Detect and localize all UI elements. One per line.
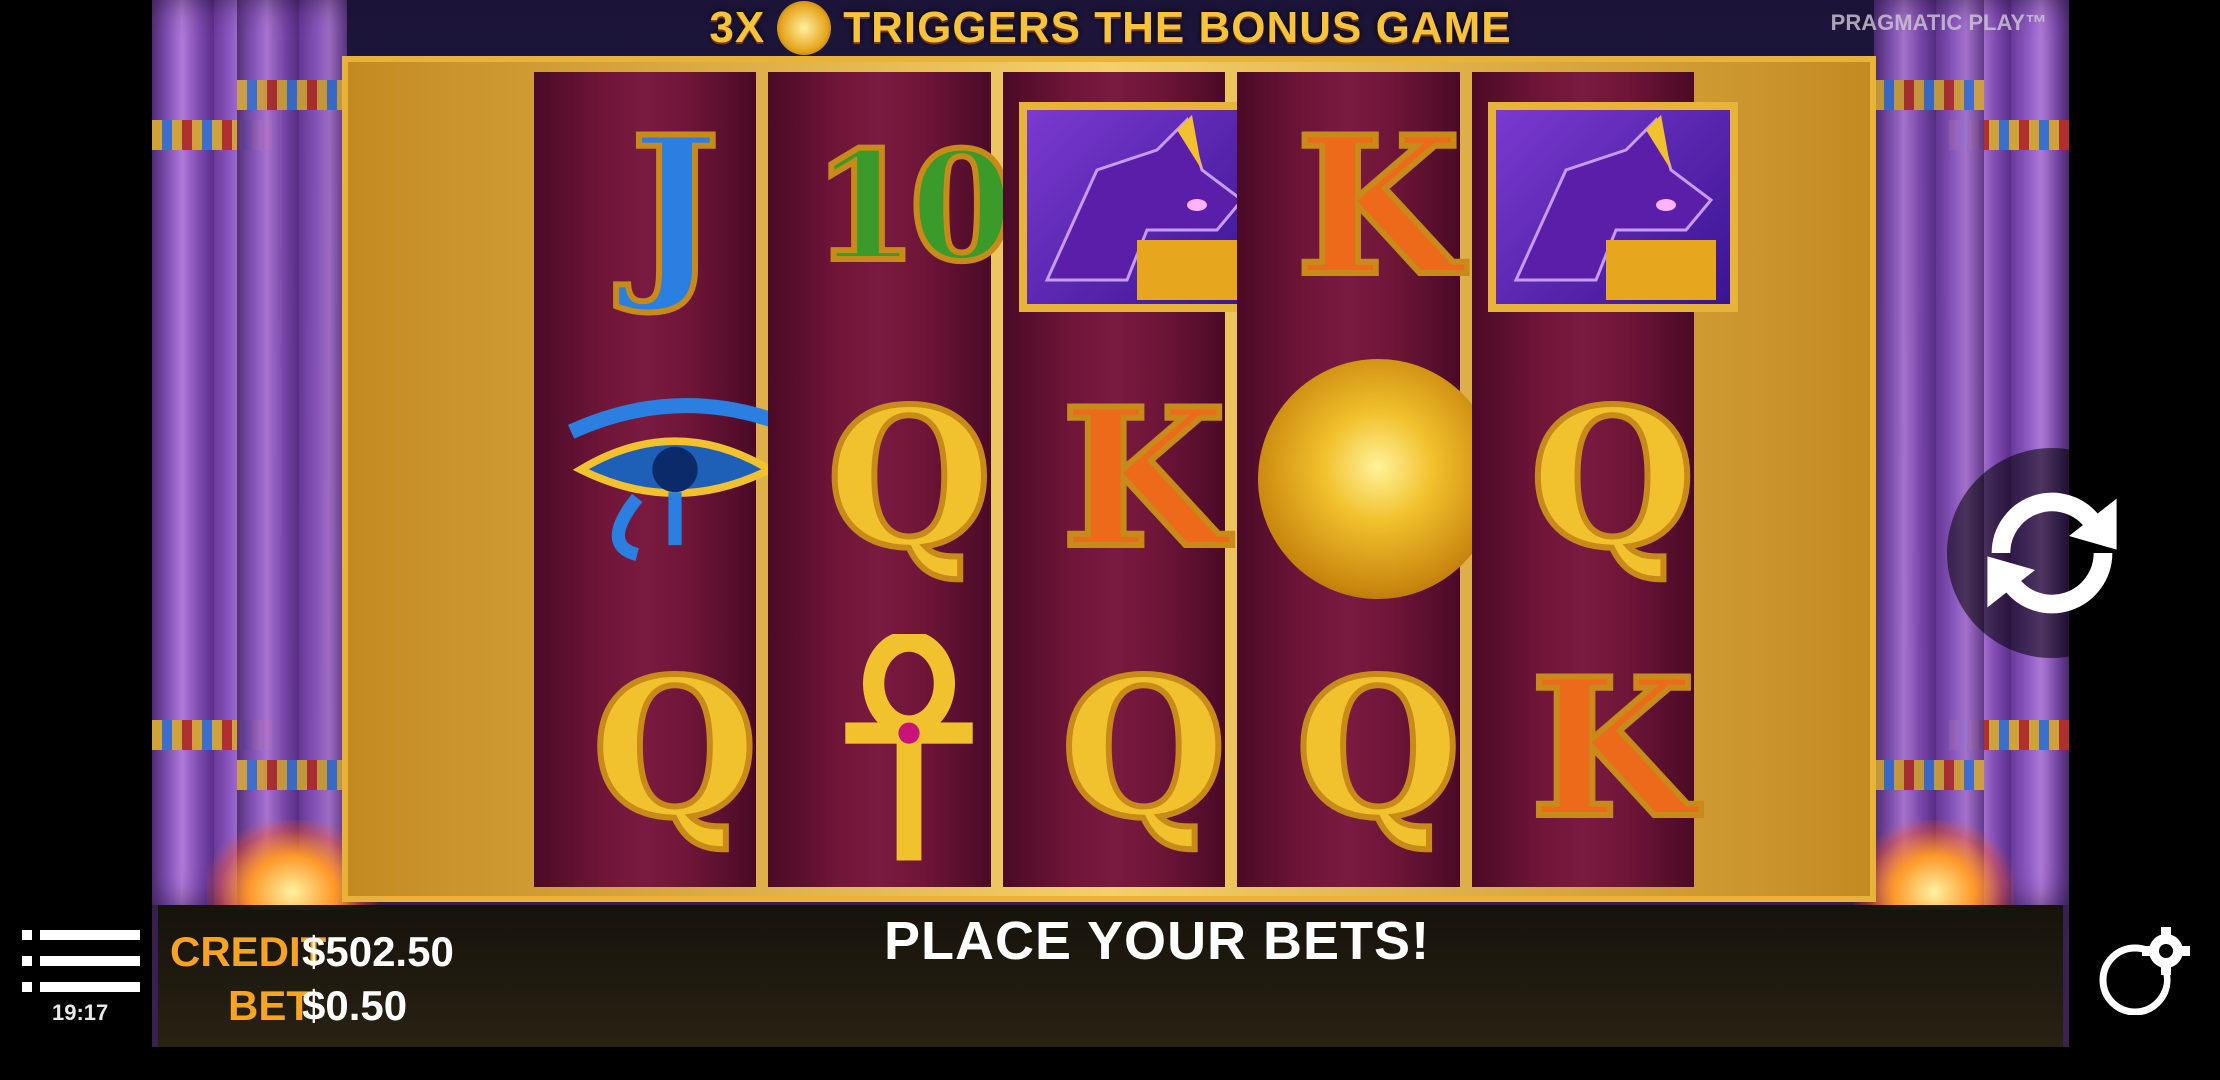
menu-button[interactable] <box>22 930 140 992</box>
reel-4-row-1-symbol: K <box>1253 82 1503 332</box>
reel-5-row-1-symbol <box>1487 82 1738 332</box>
ankh-icon <box>845 634 974 861</box>
right-torch-fire <box>1854 820 2014 910</box>
brand-logo: PRAGMATIC PLAY™ <box>1830 10 2047 35</box>
eye-of-horus-icon <box>567 398 782 561</box>
reel-grid: J Q 10 Q K Q K Q Q K <box>534 72 1738 887</box>
reel-3: KQ <box>1002 72 1269 887</box>
reel-frame: J Q 10 Q K Q K Q Q K <box>342 56 1876 902</box>
menu-icon <box>22 930 140 992</box>
reel-2-row-3-symbol <box>784 624 1034 874</box>
bet-value: $0.50 <box>302 982 408 1029</box>
reel-2: 10 Q <box>768 72 1017 887</box>
symbol-q-text: Q <box>824 367 995 590</box>
symbol-q-text: Q <box>1527 367 1698 590</box>
reel-3-row-1-symbol <box>1018 82 1269 332</box>
banner-multiplier: 3X <box>709 3 766 52</box>
status-message: PLACE YOUR BETS! <box>884 911 1431 971</box>
symbol-ten-text: 10 <box>810 119 1017 295</box>
reel-1-row-3-symbol: Q <box>550 624 800 874</box>
symbol-q-text: Q <box>1058 637 1229 860</box>
anubis-icon <box>1487 102 1738 312</box>
symbol-k-text: K <box>1058 367 1229 590</box>
reel-1-row-1-symbol: J <box>550 82 800 332</box>
clock: 19:17 <box>52 1000 109 1025</box>
reel-3-row-2-symbol: K <box>1019 354 1269 604</box>
symbol-j-text: J <box>627 95 723 318</box>
bet-label: BET <box>228 982 312 1029</box>
reel-4-row-3-symbol: Q <box>1253 624 1503 874</box>
scarab-coin-icon <box>777 1 832 55</box>
reel-1-row-2-symbol <box>550 354 800 604</box>
settings-icon <box>2099 927 2190 1016</box>
symbol-q-text: Q <box>589 637 760 860</box>
reel-5-row-3-symbol: K <box>1488 624 1738 874</box>
symbol-k-text: K <box>1527 637 1698 860</box>
credit-value: $502.50 <box>302 928 454 975</box>
left-pillar-inner <box>237 0 347 905</box>
reel-4-row-2-symbol <box>1253 354 1503 604</box>
anubis-icon <box>1018 102 1269 312</box>
right-pillar-inner <box>1874 0 1984 905</box>
symbol-k-text: K <box>1293 95 1464 318</box>
game-stage: 3X TRIGGERS THE BONUS GAME PRAGMATIC PLA… <box>152 0 2069 1047</box>
reel-2-row-1-symbol: 10 <box>784 82 1034 332</box>
reel-2-row-2-symbol: Q <box>784 354 1034 604</box>
golden-scarab-icon <box>1258 359 1499 599</box>
settings-button[interactable] <box>2090 925 2196 1016</box>
reel-1: JQ <box>534 72 782 887</box>
bonus-banner: 3X TRIGGERS THE BONUS GAME <box>152 0 2069 56</box>
reel-5-row-2-symbol: Q <box>1488 354 1738 604</box>
reel-5: QK <box>1471 72 1738 887</box>
banner-text: TRIGGERS THE BONUS GAME <box>843 3 1512 52</box>
spin-button[interactable] <box>1947 448 2157 658</box>
reel-4: KQ <box>1237 72 1499 887</box>
symbol-q-text: Q <box>1292 637 1463 860</box>
reel-3-row-3-symbol: Q <box>1019 624 1269 874</box>
spin-icon <box>1987 492 2117 614</box>
